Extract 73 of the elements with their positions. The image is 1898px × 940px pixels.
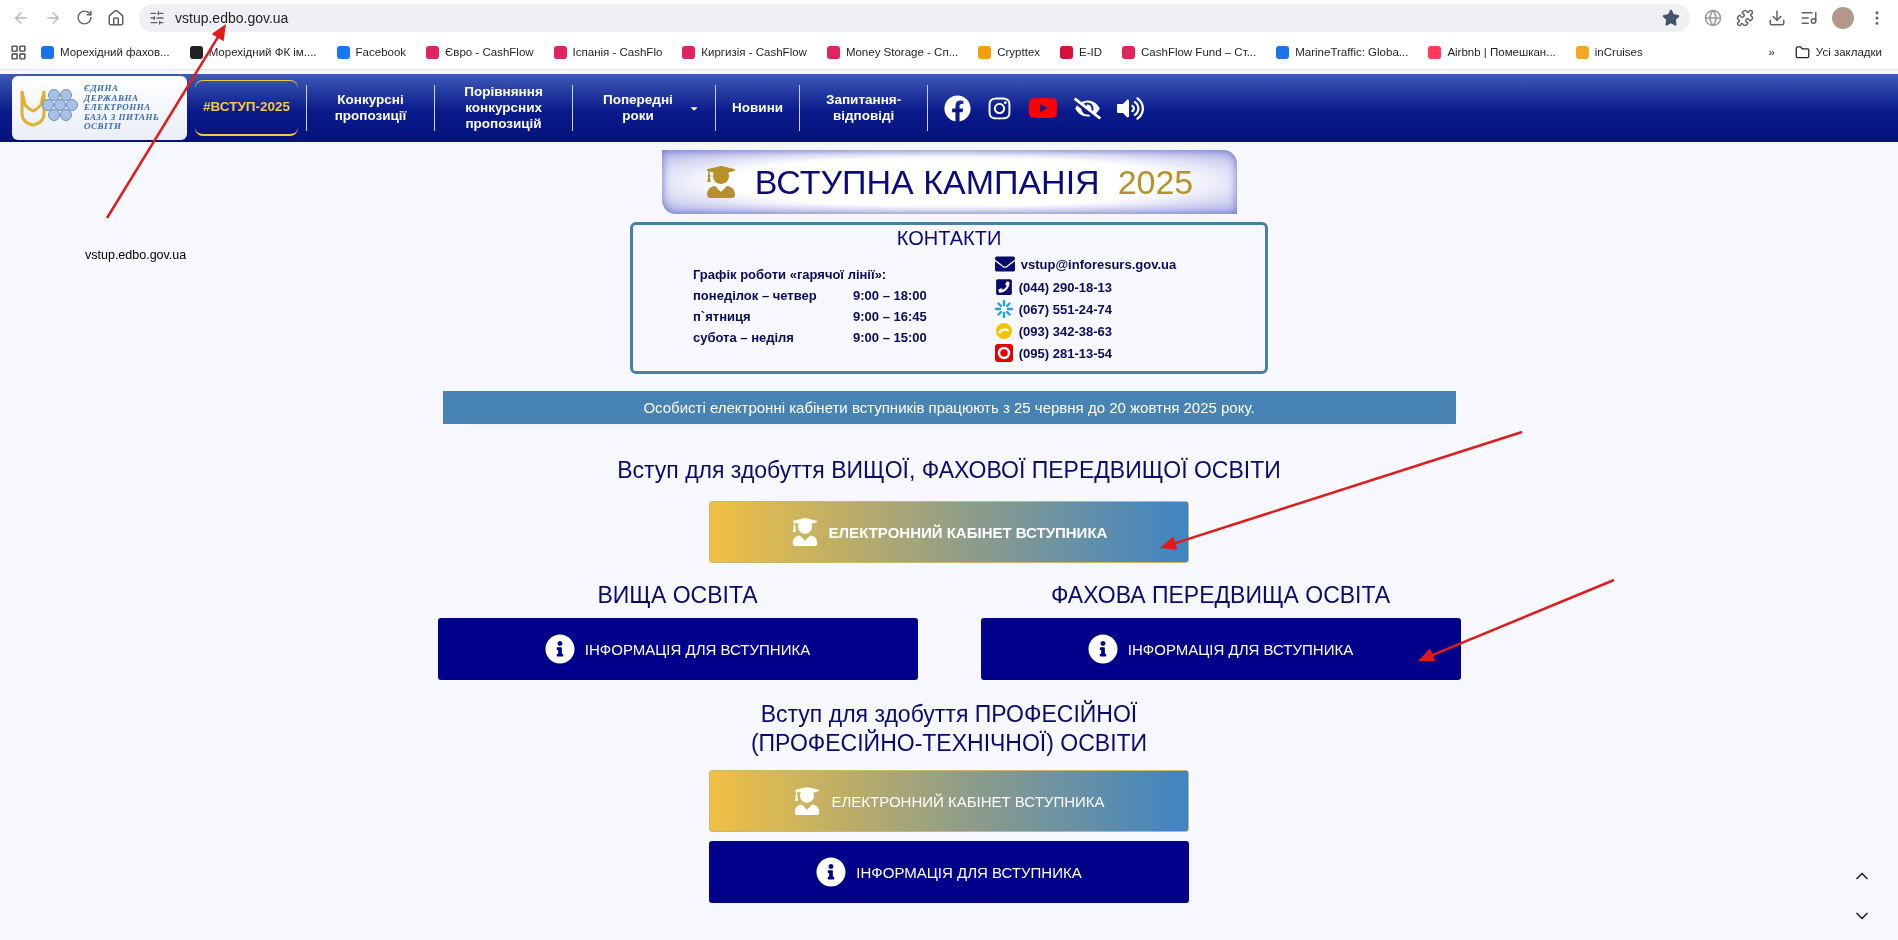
bookmark-link[interactable]: E-ID [1054, 42, 1109, 62]
avatar-icon[interactable] [1832, 6, 1854, 29]
ring-icon [994, 344, 1013, 362]
phone-number: (067) 551-24-74 [1018, 301, 1112, 317]
folder-icon [1794, 44, 1810, 60]
download-icon[interactable] [1768, 8, 1786, 27]
info-icon [1087, 634, 1118, 664]
nav-link[interactable]: Запитання-відповіді [808, 92, 920, 124]
site-settings-icon[interactable] [149, 9, 165, 26]
bookmark-link[interactable]: Іспанія - CashFlo [547, 42, 669, 62]
bookmark-link[interactable]: Money Storage - Сп... [820, 42, 965, 62]
notice-bar: Особисті електронні кабінети вступників працюють з 25 червня до 20 жовтня 2025 року. [442, 391, 1456, 424]
reload-icon[interactable] [76, 9, 93, 26]
schedule-hours: 9:00 – 15:00 [853, 330, 927, 345]
phone-number: (095) 281-13-54 [1018, 345, 1112, 361]
bookmark-star-icon[interactable] [1662, 8, 1680, 27]
info-button[interactable]: ІНФОРМАЦІЯ ДЛЯ ВСТУПНИКА [437, 618, 918, 680]
nav-link[interactable]: #ВСТУП-2025 [195, 80, 299, 136]
address-bar[interactable]: vstup.edbo.gov.ua [139, 3, 1690, 32]
extensions-icon[interactable] [1736, 8, 1754, 27]
schedule-title: Графік роботи «гарячої лінії»: [693, 267, 888, 282]
bookmark-link[interactable]: CashFlow Fund – Ст... [1116, 42, 1263, 62]
campaign-title: ВСТУПНА КАМПАНІЯ [754, 162, 1100, 202]
url-text: vstup.edbo.gov.ua [175, 9, 290, 26]
bookmark-link[interactable]: Євро - CashFlow [420, 42, 540, 62]
bookmark-link[interactable]: Киргизія - CashFlow [676, 42, 813, 62]
info-icon [544, 634, 575, 664]
bookmark-link[interactable]: Морехідний ФК ім.... [183, 42, 323, 62]
schedule-days: п`ятниця [693, 309, 853, 324]
section-heading: Вступ для здобуття ВИЩОЇ, ФАХОВОЇ ПЕРЕДВИЩОЇ ОСВІТИ [617, 456, 1281, 485]
swirl-circle-icon [994, 322, 1013, 340]
logo-text: ЄДИНА ДЕРЖАВНА ЕЛЕКТРОННА БАЗА З ПИТАНЬ ОСВІТИ [84, 84, 160, 132]
nav-link[interactable]: Новини [724, 100, 792, 116]
column-heading: ВИЩА ОСВІТА [597, 581, 758, 610]
envelope-icon [994, 254, 1015, 274]
section-heading: Вступ для здобуття ПРОФЕСІЙНОЇ (ПРОФЕСІЙНО-ТЕХНІЧНОЇ) ОСВІТИ [750, 700, 1148, 758]
bookmark-link[interactable]: inCruises [1569, 42, 1649, 62]
bookmark-link[interactable]: Crypttex [972, 42, 1047, 62]
all-bookmarks-link[interactable]: Усі закладки [1788, 41, 1888, 63]
graduate-icon [704, 166, 737, 198]
schedule-hours: 9:00 – 18:00 [853, 288, 927, 303]
nav-link[interactable]: Попередні роки [581, 92, 708, 124]
email-link[interactable]: vstup@inforesurs.gov.ua [1020, 256, 1177, 272]
schedule-hours: 9:00 – 16:45 [853, 309, 927, 324]
info-button[interactable]: ІНФОРМАЦІЯ ДЛЯ ВСТУПНИКА [980, 618, 1461, 680]
site-logo[interactable]: ЄДИНА ДЕРЖАВНА ЕЛЕКТРОННА БАЗА З ПИТАНЬ ОСВІТИ [12, 76, 187, 140]
schedule-days: субота – неділя [693, 330, 853, 345]
contacts-title: КОНТАКТИ [896, 227, 1002, 250]
star-burst-icon [994, 300, 1013, 318]
globe-icon[interactable] [1704, 8, 1722, 27]
nav-link[interactable]: Порівняння конкурсних пропозицій [443, 84, 565, 132]
facebook-icon[interactable] [944, 94, 972, 122]
graduate-icon [790, 518, 819, 546]
column-heading: ФАХОВА ПЕРЕДВИЩА ОСВІТА [1050, 581, 1391, 610]
home-icon[interactable] [107, 8, 125, 27]
speaker-icon[interactable] [1117, 94, 1145, 122]
nav-link[interactable]: Конкурсні пропозиції [315, 92, 427, 124]
graduate-icon [793, 787, 822, 815]
phone-icon [994, 278, 1013, 296]
phone-number: (093) 342-38-63 [1018, 323, 1112, 339]
bookmark-link[interactable]: Морехідний фахов... [35, 42, 176, 62]
bookmark-link[interactable]: Airbnb | Помешкан... [1422, 42, 1562, 62]
bookmark-link[interactable]: MarineTraffic: Globa... [1270, 42, 1415, 62]
bookmarks-overflow[interactable]: » [1762, 43, 1781, 61]
info-button[interactable]: ІНФОРМАЦІЯ ДЛЯ ВСТУПНИКА [709, 841, 1189, 903]
annotation-text: vstup.edbo.gov.ua [85, 248, 187, 262]
phone-number: (044) 290-18-13 [1018, 279, 1112, 295]
schedule-days: понеділок – четвер [693, 288, 853, 303]
apps-icon[interactable] [10, 43, 27, 61]
instagram-icon[interactable] [987, 95, 1013, 121]
campaign-year: 2025 [1117, 162, 1194, 202]
info-icon [816, 857, 847, 887]
bookmark-link[interactable]: Facebook [330, 42, 413, 62]
